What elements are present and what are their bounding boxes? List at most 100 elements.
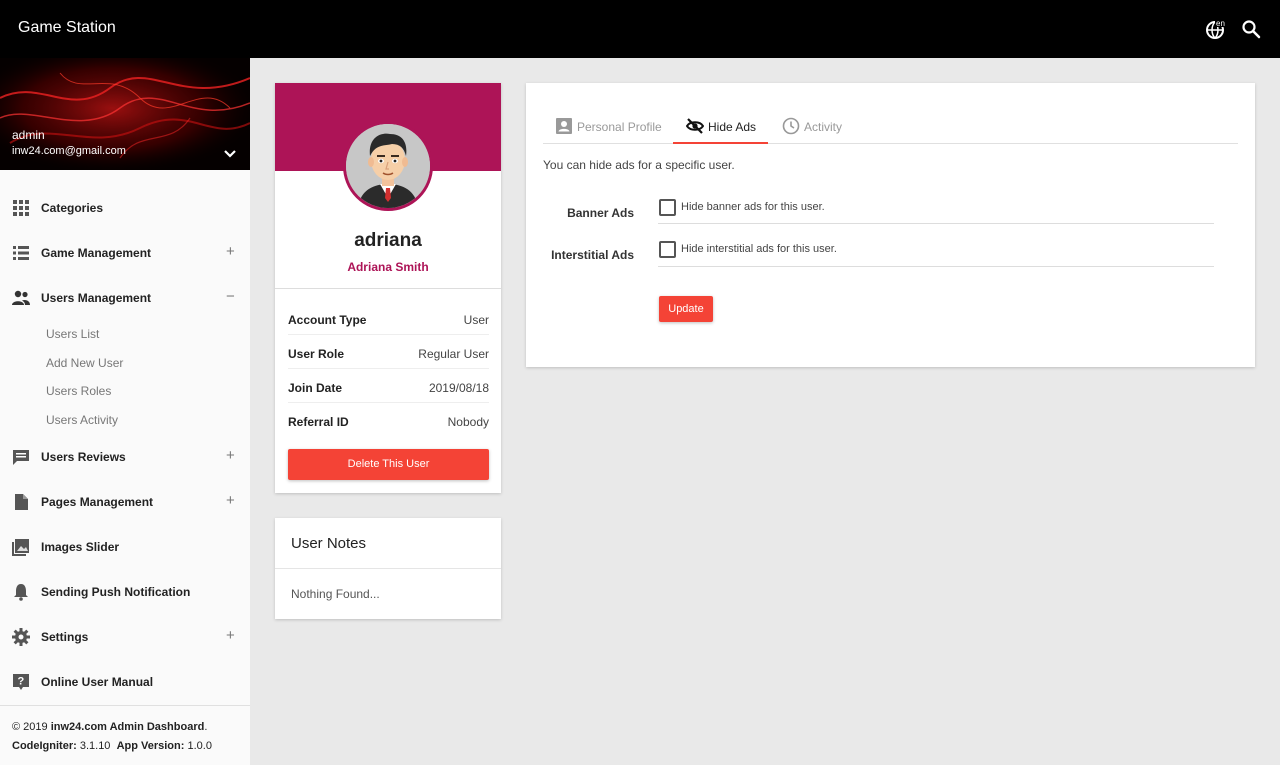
submenu-item-add-new-user[interactable]: Add New User — [0, 350, 250, 379]
submenu-item-users-list[interactable]: Users List — [0, 321, 250, 350]
divider — [275, 288, 501, 289]
sidebar: admin inw24.com@gmail.com Categories Gam… — [0, 58, 250, 765]
grid-icon — [13, 200, 29, 216]
sidebar-item-label: Pages Management — [41, 495, 154, 509]
sidebar-item-categories[interactable]: Categories — [0, 186, 250, 231]
hide-ads-card: Personal Profile Hide Ads Activity You c… — [526, 83, 1255, 367]
sidebar-item-label: Users Reviews — [41, 450, 126, 464]
hide-banner-ads-checkbox[interactable] — [659, 199, 676, 216]
info-key: Referral ID — [288, 415, 349, 429]
delete-user-button[interactable]: Delete This User — [288, 449, 489, 480]
update-button[interactable]: Update — [659, 296, 713, 322]
sidebar-item-push-notification[interactable]: Sending Push Notification — [0, 570, 250, 615]
sidebar-item-label: Online User Manual — [41, 675, 154, 689]
globe-icon[interactable]: en — [1205, 18, 1227, 40]
tab-hide-ads[interactable]: Hide Ads — [673, 111, 768, 144]
sidebar-user-header: admin inw24.com@gmail.com — [0, 58, 250, 170]
sidebar-item-images-slider[interactable]: Images Slider — [0, 525, 250, 570]
sidebar-item-label: Sending Push Notification — [41, 585, 191, 599]
sidebar-item-online-user-manual[interactable]: ? Online User Manual — [0, 660, 250, 705]
submenu-item-users-activity[interactable]: Users Activity — [0, 407, 250, 436]
chevron-down-icon[interactable] — [222, 148, 238, 160]
sidebar-item-settings[interactable]: Settings + — [0, 615, 250, 660]
sidebar-item-label: Settings — [41, 630, 89, 644]
hide-banner-ads-label[interactable]: Hide banner ads for this user. — [681, 201, 825, 213]
search-icon[interactable] — [1241, 19, 1261, 39]
user-notes-card: User Notes Nothing Found... — [275, 518, 501, 619]
info-value: User — [463, 313, 489, 327]
expand-toggle[interactable]: + — [226, 627, 235, 644]
hide-interstitial-ads-checkbox[interactable] — [659, 241, 676, 258]
info-key: Account Type — [288, 313, 367, 327]
tab-personal-profile[interactable]: Personal Profile — [555, 111, 675, 144]
help-icon: ? — [13, 674, 29, 690]
divider — [658, 223, 1214, 224]
site-name: inw24.com Admin Dashboard — [50, 721, 205, 733]
tab-label: Hide Ads — [708, 120, 757, 134]
sidebar-item-label: Categories — [41, 201, 104, 215]
bell-icon — [14, 584, 28, 601]
image-icon — [12, 539, 29, 556]
clock-icon — [782, 117, 800, 135]
sidebar-item-users-management[interactable]: Users Management − — [0, 276, 250, 321]
info-row-account-type: Account Type User — [288, 301, 489, 335]
framework-version: 3.1.10 — [79, 740, 111, 752]
profile-full-name: Adriana Smith — [347, 260, 429, 274]
expand-toggle[interactable]: + — [226, 243, 235, 260]
info-row-referral-id: Referral ID Nobody — [288, 403, 489, 437]
comment-icon — [13, 450, 29, 465]
info-value: 2019/08/18 — [428, 381, 489, 395]
banner-ads-label: Banner Ads — [567, 206, 634, 220]
submenu-item-users-roles[interactable]: Users Roles — [0, 378, 250, 407]
divider — [275, 568, 501, 569]
svg-text:?: ? — [18, 676, 25, 688]
info-row-user-role: User Role Regular User — [288, 335, 489, 369]
interstitial-ads-label: Interstitial Ads — [551, 248, 634, 262]
hide-interstitial-ads-label[interactable]: Hide interstitial ads for this user. — [681, 243, 837, 255]
hide-ads-hint: You can hide ads for a specific user. — [543, 158, 735, 172]
sidebar-user-name: admin — [12, 128, 45, 142]
top-app-bar: Game Station en — [0, 0, 1280, 58]
copyright-text: © 2019 — [12, 721, 48, 733]
sidebar-item-users-reviews[interactable]: Users Reviews + — [0, 435, 250, 480]
sidebar-footer: © 2019 inw24.com Admin Dashboard. CodeIg… — [0, 705, 250, 765]
info-key: Join Date — [288, 381, 343, 395]
lang-badge: en — [1216, 19, 1225, 28]
file-icon — [15, 494, 28, 510]
info-row-join-date: Join Date 2019/08/18 — [288, 369, 489, 403]
eye-off-icon — [686, 118, 704, 134]
profile-username: adriana — [354, 230, 422, 251]
submenu-item-label: Add New User — [46, 355, 124, 370]
submenu-item-label: Users List — [46, 327, 100, 341]
collapse-toggle[interactable]: − — [226, 288, 235, 305]
submenu-item-label: Users Roles — [46, 384, 112, 398]
profile-card: adriana Adriana Smith Account Type User … — [275, 83, 501, 493]
profile-tabs: Personal Profile Hide Ads Activity — [543, 111, 1238, 144]
expand-toggle[interactable]: + — [226, 447, 235, 464]
tab-label: Activity — [804, 120, 843, 134]
divider — [658, 266, 1214, 267]
people-icon — [12, 290, 30, 305]
app-version: 1.0.0 — [187, 740, 212, 752]
info-value: Regular User — [418, 347, 489, 361]
gear-icon — [12, 628, 30, 646]
sidebar-user-email: inw24.com@gmail.com — [12, 145, 126, 157]
app-title: Game Station — [18, 19, 116, 36]
tab-label: Personal Profile — [577, 120, 662, 134]
sidebar-item-pages-management[interactable]: Pages Management + — [0, 480, 250, 525]
avatar — [343, 121, 433, 211]
app-version-label: App Version: — [116, 740, 185, 752]
sidebar-item-game-management[interactable]: Game Management + — [0, 231, 250, 276]
notes-title: User Notes — [291, 535, 367, 552]
framework-label: CodeIgniter: — [12, 740, 77, 752]
info-value: Nobody — [447, 415, 489, 429]
info-key: User Role — [288, 347, 345, 361]
notes-empty-text: Nothing Found... — [291, 587, 380, 601]
tab-activity[interactable]: Activity — [782, 111, 862, 144]
sidebar-item-label: Users Management — [41, 291, 152, 305]
contact-card-icon — [556, 118, 572, 134]
copyright-period: . — [204, 721, 208, 733]
submenu-item-label: Users Activity — [46, 412, 119, 427]
list-icon — [13, 246, 29, 260]
expand-toggle[interactable]: + — [226, 492, 235, 509]
